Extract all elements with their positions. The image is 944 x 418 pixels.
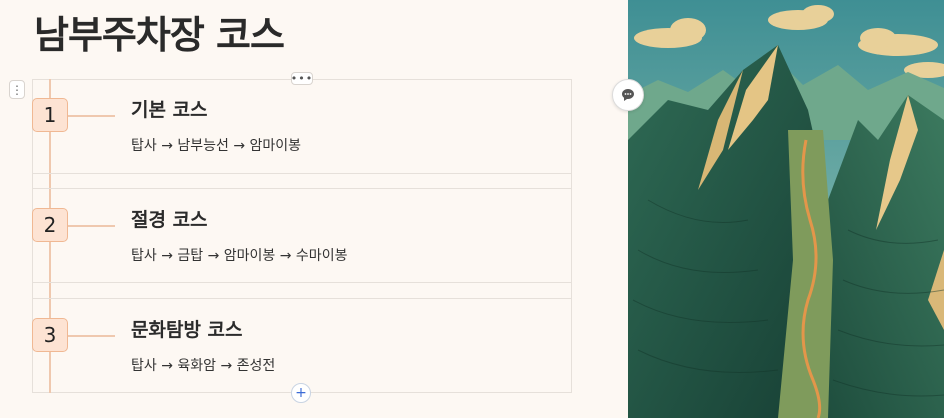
step-connector (68, 115, 115, 117)
step-connector (68, 335, 115, 337)
step-route[interactable]: 탑사 → 육화암 → 존성전 (131, 355, 275, 375)
add-step-button[interactable]: + (291, 383, 311, 403)
timeline-step-3[interactable]: 3 문화탐방 코스 탑사 → 육화암 → 존성전 (32, 298, 572, 393)
step-number-badge: 2 (32, 208, 68, 242)
step-number-badge: 3 (32, 318, 68, 352)
step-title[interactable]: 절경 코스 (131, 205, 208, 232)
step-connector (68, 225, 115, 227)
step-title[interactable]: 문화탐방 코스 (131, 315, 243, 342)
block-drag-handle-icon[interactable]: ⋮ (9, 80, 25, 99)
mountain-trail-illustration (628, 0, 944, 418)
comment-icon[interactable] (612, 79, 644, 111)
step-route[interactable]: 탑사 → 금탑 → 암마이봉 → 수마이봉 (131, 245, 347, 265)
step-title[interactable]: 기본 코스 (131, 95, 208, 122)
step-route[interactable]: 탑사 → 남부능선 → 암마이봉 (131, 135, 301, 155)
step-number-badge: 1 (32, 98, 68, 132)
timeline-step-2[interactable]: 2 절경 코스 탑사 → 금탑 → 암마이봉 → 수마이봉 (32, 188, 572, 283)
timeline-step-1[interactable]: 1 기본 코스 탑사 → 남부능선 → 암마이봉 (32, 79, 572, 174)
page-title: 남부주차장 코스 (34, 13, 285, 57)
